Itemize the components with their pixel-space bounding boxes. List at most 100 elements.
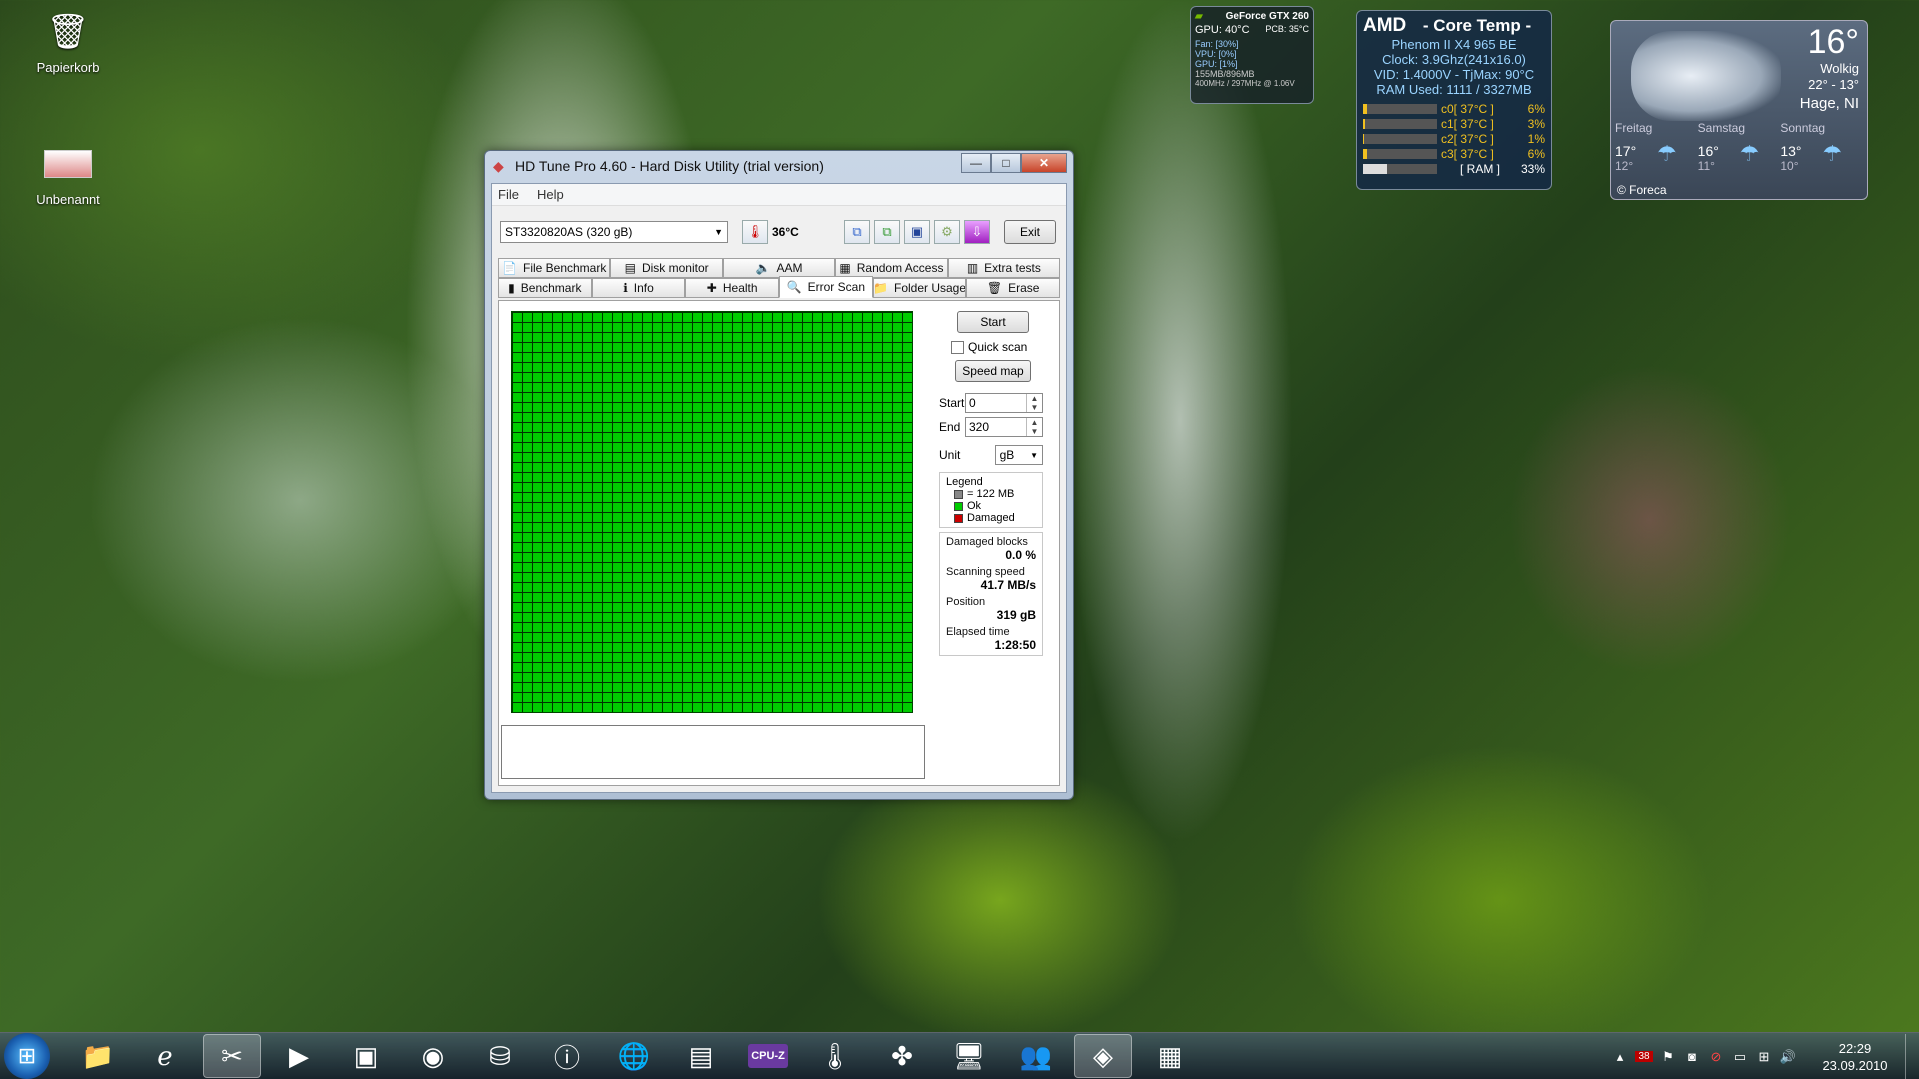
taskbar-app-hdtune[interactable]: ◈ xyxy=(1074,1034,1132,1078)
taskbar-app-globe[interactable]: 🌐 xyxy=(605,1034,663,1078)
start-value[interactable]: 0 xyxy=(969,396,976,410)
download-arrow-icon: ⇩ xyxy=(971,224,983,239)
tab-health[interactable]: ✚ Health xyxy=(685,278,780,298)
window-title: HD Tune Pro 4.60 - Hard Disk Utility (tr… xyxy=(515,158,824,174)
temperature-button[interactable]: 🌡 xyxy=(742,220,768,244)
taskbar-app-puzzle-app[interactable]: ✤ xyxy=(873,1034,931,1078)
taskbar-app-network-app[interactable]: 🖥 xyxy=(940,1034,998,1078)
end-spinner[interactable]: 320 ▲ ▼ xyxy=(965,417,1043,437)
legend-box: Legend = 122 MB Ok Damaged xyxy=(939,472,1043,528)
taskbar-app-control-panel[interactable]: ▦ xyxy=(1141,1034,1199,1078)
rain-icon: ☂ xyxy=(1657,141,1677,166)
tray-temp-badge[interactable]: 38 xyxy=(1635,1051,1653,1062)
tray-app-icon[interactable]: ◙ xyxy=(1683,1049,1701,1064)
taskbar-app-info-app[interactable]: ⓘ xyxy=(538,1034,596,1078)
legend-item: = 122 MB xyxy=(954,488,1036,500)
start-button[interactable]: ⊞ xyxy=(4,1033,50,1079)
drive-select-value: ST3320820AS (320 gB) xyxy=(505,225,633,239)
options-button[interactable]: ⚙ xyxy=(934,220,960,244)
gpu-fan: Fan: [30%] xyxy=(1195,39,1239,49)
copy-screenshot-button[interactable]: ⧉ xyxy=(874,220,900,244)
tray-expand-icon[interactable]: ▴ xyxy=(1611,1049,1629,1065)
weather-gadget[interactable]: 16° Wolkig 22° - 13° Hage, NI Freitag 17°… xyxy=(1610,20,1868,200)
minimize-button[interactable]: — xyxy=(961,153,991,173)
taskbar-app-cpuz[interactable]: CPU-Z xyxy=(739,1034,797,1078)
weather-provider[interactable]: © Foreca xyxy=(1617,183,1667,197)
exit-button[interactable]: Exit xyxy=(1004,220,1056,244)
taskbar-app-snipping-tool[interactable]: ✂ xyxy=(203,1034,261,1078)
taskbar-app-thermometer-app[interactable]: 🌡 xyxy=(806,1034,864,1078)
forecast-day-name: Sonntag xyxy=(1780,121,1826,135)
tab-extra-tests[interactable]: ▥ Extra tests xyxy=(947,258,1061,278)
start-scan-button[interactable]: Start xyxy=(957,311,1029,333)
quick-scan-checkbox[interactable] xyxy=(951,340,964,354)
spinner-arrows-icon[interactable]: ▲ ▼ xyxy=(1026,418,1042,436)
action-center-flag-icon[interactable]: ⚑ xyxy=(1659,1049,1677,1065)
control-panel-icon: ▦ xyxy=(1157,1040,1183,1071)
position-value: 319 gB xyxy=(996,608,1036,622)
red-app-icon: ◉ xyxy=(421,1040,445,1071)
tab-file-benchmark[interactable]: 📄 File Benchmark xyxy=(498,258,611,278)
tab-label: Erase xyxy=(1008,281,1040,295)
save-button[interactable]: ▣ xyxy=(904,220,930,244)
tab-benchmark[interactable]: ▮ Benchmark xyxy=(498,278,592,298)
core-label: c1[ 37°C ] xyxy=(1441,116,1494,131)
current-temp: 16° xyxy=(1807,23,1859,61)
drive-select[interactable]: ST3320820AS (320 gB) ▼ xyxy=(500,221,728,243)
tab-label: Extra tests xyxy=(984,261,1041,275)
legend-label: Damaged xyxy=(967,512,1015,524)
taskbar-app-explorer-folder[interactable]: 📁 xyxy=(69,1034,127,1078)
desktop-icon-unbenannt[interactable]: Unbenannt xyxy=(18,140,118,207)
show-desktop-button[interactable] xyxy=(1905,1033,1919,1079)
tab-info[interactable]: ℹ Info xyxy=(591,278,686,298)
taskbar-app-internet-explorer[interactable]: ℯ xyxy=(136,1034,194,1078)
tab-error-scan[interactable]: 🔍 Error Scan xyxy=(779,276,873,298)
save-icon: ▣ xyxy=(910,224,924,239)
spinner-arrows-icon[interactable]: ▲ ▼ xyxy=(1026,394,1042,412)
antivirus-icon[interactable]: ⊘ xyxy=(1707,1049,1725,1065)
title-bar[interactable]: ◆ HD Tune Pro 4.60 - Hard Disk Utility (… xyxy=(485,151,1073,181)
error-scan-block-map xyxy=(511,311,913,713)
taskbar-app-media-player[interactable]: ▶ xyxy=(270,1034,328,1078)
tab-aam[interactable]: 🔈 AAM xyxy=(722,258,836,278)
taskbar: ⊞ 📁 ℯ ✂ ▶ ▣ ◉ ⛁ ⓘ 🌐 ▤ CPU-Z 🌡 ✤ 🖥 👥 ◈ ▦ ▴ 38 ⚑ ◙ ⊘ ▭ ⊞ 🔊… xyxy=(0,1032,1919,1079)
download-button[interactable]: ⇩ xyxy=(964,220,990,244)
tab-folder-usage[interactable]: 📁 Folder Usage xyxy=(872,278,967,298)
end-value[interactable]: 320 xyxy=(969,420,989,434)
taskbar-app-drive-app[interactable]: ⛁ xyxy=(471,1034,529,1078)
tab-erase[interactable]: 🗑 Erase xyxy=(966,278,1061,298)
volume-icon[interactable]: 🔊 xyxy=(1779,1049,1797,1065)
maximize-button[interactable]: □ xyxy=(991,153,1021,173)
taskbar-app-archive[interactable]: ▤ xyxy=(672,1034,730,1078)
tab-disk-monitor[interactable]: ▤ Disk monitor xyxy=(610,258,723,278)
speed-map-button[interactable]: Speed map xyxy=(955,360,1031,382)
health-icon: ✚ xyxy=(706,281,717,295)
tab-label: AAM xyxy=(776,261,803,275)
tray-monitor-icon[interactable]: ▭ xyxy=(1731,1049,1749,1065)
network-icon[interactable]: ⊞ xyxy=(1755,1049,1773,1065)
quick-scan-row[interactable]: Quick scan xyxy=(951,336,1043,358)
core-load: 6% xyxy=(1527,101,1545,116)
temp-range: 22° - 13° xyxy=(1808,77,1859,92)
tab-random-access[interactable]: ▦ Random Access xyxy=(835,258,948,278)
window-client: File Help ST3320820AS (320 gB) ▼ 🌡 36°C … xyxy=(491,183,1067,793)
clock[interactable]: 22:29 23.09.2010 xyxy=(1813,1040,1897,1074)
copy-info-button[interactable]: ⧉ xyxy=(844,220,870,244)
info-app-icon: ⓘ xyxy=(553,1042,580,1073)
menu-file[interactable]: File xyxy=(498,187,519,202)
unit-select[interactable]: gB ▼ xyxy=(994,445,1043,465)
tab-label: Health xyxy=(722,281,758,295)
archive-icon: ▤ xyxy=(688,1040,714,1071)
taskbar-app-people-app[interactable]: 👥 xyxy=(1007,1034,1065,1078)
menu-help[interactable]: Help xyxy=(537,187,564,202)
close-button[interactable]: ✕ xyxy=(1021,153,1067,173)
desktop-icon-recycle-bin[interactable]: 🗑 Papierkorb xyxy=(18,8,118,75)
start-spinner[interactable]: 0 ▲ ▼ xyxy=(965,393,1043,413)
hdtune-window[interactable]: ◆ HD Tune Pro 4.60 - Hard Disk Utility (… xyxy=(484,150,1074,800)
amd-logo: AMD xyxy=(1363,15,1407,36)
scanning-speed-value: 41.7 MB/s xyxy=(980,578,1036,592)
taskbar-app-task-manager[interactable]: ▣ xyxy=(337,1034,395,1078)
taskbar-app-red-app[interactable]: ◉ xyxy=(404,1034,462,1078)
core-load: 1% xyxy=(1527,131,1545,146)
legend-item: Ok xyxy=(954,500,1036,512)
